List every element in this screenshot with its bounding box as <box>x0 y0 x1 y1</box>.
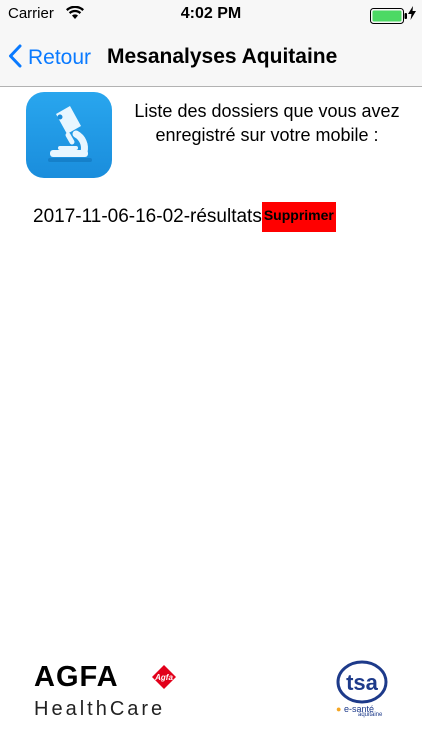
microscope-icon <box>26 92 112 178</box>
chevron-left-icon <box>8 44 22 73</box>
agfa-wordmark: AGFA <box>34 661 119 693</box>
back-label: Retour <box>28 46 92 69</box>
agfa-healthcare-logo: AGFA Agfa HealthCare <box>34 660 194 720</box>
list-item[interactable]: 2017-11-06-16-02-résultats Supprimer <box>33 202 336 232</box>
agfa-diamond-icon: Agfa <box>140 662 186 692</box>
tsa-text: tsa <box>346 670 379 695</box>
status-time: 4:02 PM <box>180 5 242 22</box>
back-button[interactable]: Retour <box>8 38 91 78</box>
battery-icon <box>370 8 407 24</box>
navigation-bar: Retour Mesanalyses Aquitaine <box>0 30 422 87</box>
intro-text: Liste des dossiers que vous avez enregis… <box>134 101 400 145</box>
status-bar: Carrier 4:02 PM <box>0 0 422 30</box>
agfa-small-text: Agfa <box>154 673 173 682</box>
healthcare-text: HealthCare <box>34 698 166 720</box>
charging-icon <box>408 6 416 23</box>
aquitaine-text: aquitaine <box>358 712 383 718</box>
delete-button[interactable]: Supprimer <box>261 202 336 232</box>
page-title: Mesanalyses Aquitaine <box>107 45 338 68</box>
file-name[interactable]: 2017-11-06-16-02-résultats <box>33 206 262 228</box>
